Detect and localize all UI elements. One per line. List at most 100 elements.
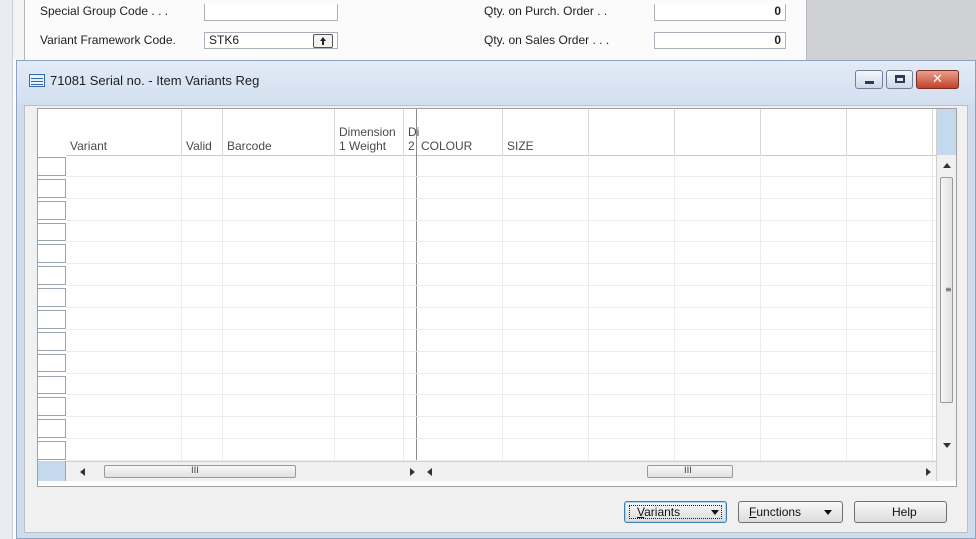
table-row[interactable] (66, 175, 936, 177)
grid-column-line (416, 155, 417, 461)
variants-grid[interactable]: Variant Valid Barcode Dimension 1 Weight Di 2 C… (37, 108, 957, 487)
grid-column-line (932, 155, 933, 461)
row-selector[interactable] (38, 222, 66, 242)
special-group-code-label: Special Group Code . . . (40, 4, 169, 18)
dropdown-caret-icon (824, 510, 832, 515)
background-gray-area (806, 0, 976, 60)
scroll-grip-icon: III (191, 466, 199, 476)
column-header[interactable]: COLOUR (417, 109, 503, 155)
close-button[interactable]: ✕ (916, 70, 959, 89)
column-header-label: Dimension 1 Weight (339, 125, 396, 153)
column-header[interactable] (761, 109, 847, 155)
minimize-button[interactable] (855, 70, 883, 89)
table-row[interactable] (66, 219, 936, 221)
grid-column-line (403, 155, 404, 461)
column-header[interactable]: SIZE (503, 109, 589, 155)
table-row[interactable] (66, 394, 936, 396)
scroll-left-arrow-icon[interactable] (427, 468, 432, 476)
dropdown-caret-icon (711, 510, 719, 515)
table-row[interactable] (66, 285, 936, 287)
close-icon: ✕ (932, 72, 943, 87)
grid-column-line (334, 155, 335, 461)
grid-header: Variant Valid Barcode Dimension 1 Weight Di 2 C… (38, 109, 936, 156)
row-selector[interactable] (38, 331, 66, 351)
grid-column-line (222, 155, 223, 461)
item-variants-window: 71081 Serial no. - Item Variants Reg ✕ V… (16, 60, 976, 539)
vertical-scrollbar[interactable]: ≡ (936, 109, 956, 481)
minimize-icon (865, 81, 874, 84)
column-header[interactable] (589, 109, 675, 155)
grid-column-line (760, 155, 761, 461)
form-divider (24, 0, 25, 60)
qty-on-purch-order-field: 0 (654, 4, 786, 21)
functions-button-label: Functions (749, 505, 802, 519)
grid-column-line (674, 155, 675, 461)
column-header-label: Valid (186, 139, 212, 153)
help-button-label: Help (892, 505, 917, 519)
row-selector[interactable] (38, 375, 66, 395)
background-form: Special Group Code . . . Variant Framewo… (0, 0, 976, 539)
row-selector[interactable] (38, 397, 66, 417)
row-selector[interactable] (38, 288, 66, 307)
scroll-right-arrow-icon[interactable] (410, 468, 415, 476)
row-selector[interactable] (38, 200, 66, 220)
special-group-code-field[interactable] (204, 4, 338, 21)
table-icon (29, 74, 45, 87)
column-header[interactable]: Di 2 (404, 109, 419, 155)
row-selector[interactable] (38, 178, 66, 198)
row-selector[interactable] (38, 353, 66, 373)
table-row[interactable] (66, 372, 936, 374)
column-header[interactable]: Variant (66, 109, 182, 155)
table-row[interactable] (66, 328, 936, 330)
grid-bottom-left-cell (38, 461, 66, 481)
grid-column-line (181, 155, 182, 461)
row-selector[interactable] (38, 419, 66, 439)
grid-column-line (846, 155, 847, 461)
scroll-left-arrow-icon[interactable] (80, 468, 85, 476)
horizontal-scrollbar-left[interactable]: III (66, 461, 421, 481)
table-row[interactable] (66, 438, 936, 440)
maximize-icon (895, 75, 905, 83)
column-header[interactable]: Valid (182, 109, 223, 155)
row-selector[interactable] (38, 309, 66, 329)
scrollbar-header-cell (937, 109, 956, 155)
table-row[interactable] (66, 350, 936, 352)
scroll-grip-icon: ≡ (945, 285, 952, 294)
row-selector[interactable] (38, 441, 66, 460)
scroll-down-arrow-icon[interactable] (943, 443, 951, 448)
row-selector[interactable] (38, 157, 66, 176)
scroll-up-arrow-icon[interactable] (943, 163, 951, 168)
row-selector[interactable] (38, 266, 66, 286)
horizontal-scrollbar-right[interactable]: III (421, 461, 936, 481)
table-row[interactable] (66, 263, 936, 265)
table-row[interactable] (66, 306, 936, 308)
help-button[interactable]: Help (854, 501, 947, 523)
functions-button[interactable]: Functions (738, 501, 843, 523)
window-title: 71081 Serial no. - Item Variants Reg (50, 73, 260, 88)
qty-on-purch-order-label: Qty. on Purch. Order . . (484, 4, 608, 18)
column-header-label: SIZE (507, 139, 534, 153)
row-selector-column (38, 155, 66, 461)
qty-on-sales-order-field: 0 (654, 32, 786, 49)
column-header[interactable]: Dimension 1 Weight (335, 109, 404, 155)
horizontal-scroll-thumb-right[interactable]: III (647, 465, 733, 478)
scroll-right-arrow-icon[interactable] (926, 468, 931, 476)
column-header[interactable]: Barcode (223, 109, 335, 155)
table-row[interactable] (66, 416, 936, 418)
variants-button-label: Variants (637, 505, 681, 519)
variants-button[interactable]: Variants (624, 501, 727, 523)
column-header-label: Variant (70, 139, 108, 153)
grid-column-line (502, 155, 503, 461)
column-header-label: COLOUR (421, 139, 473, 153)
title-bar[interactable]: 71081 Serial no. - Item Variants Reg ✕ (17, 61, 975, 105)
lookup-arrow-icon[interactable] (313, 34, 333, 48)
horizontal-scroll-thumb-left[interactable]: III (104, 465, 296, 478)
table-row[interactable] (66, 241, 936, 243)
table-row[interactable] (66, 197, 936, 199)
qty-on-sales-order-label: Qty. on Sales Order . . . (484, 33, 610, 47)
maximize-button[interactable] (886, 70, 913, 89)
row-selector[interactable] (38, 244, 66, 264)
column-header[interactable] (675, 109, 761, 155)
vertical-scroll-thumb[interactable]: ≡ (940, 177, 953, 403)
column-header[interactable] (847, 109, 933, 155)
